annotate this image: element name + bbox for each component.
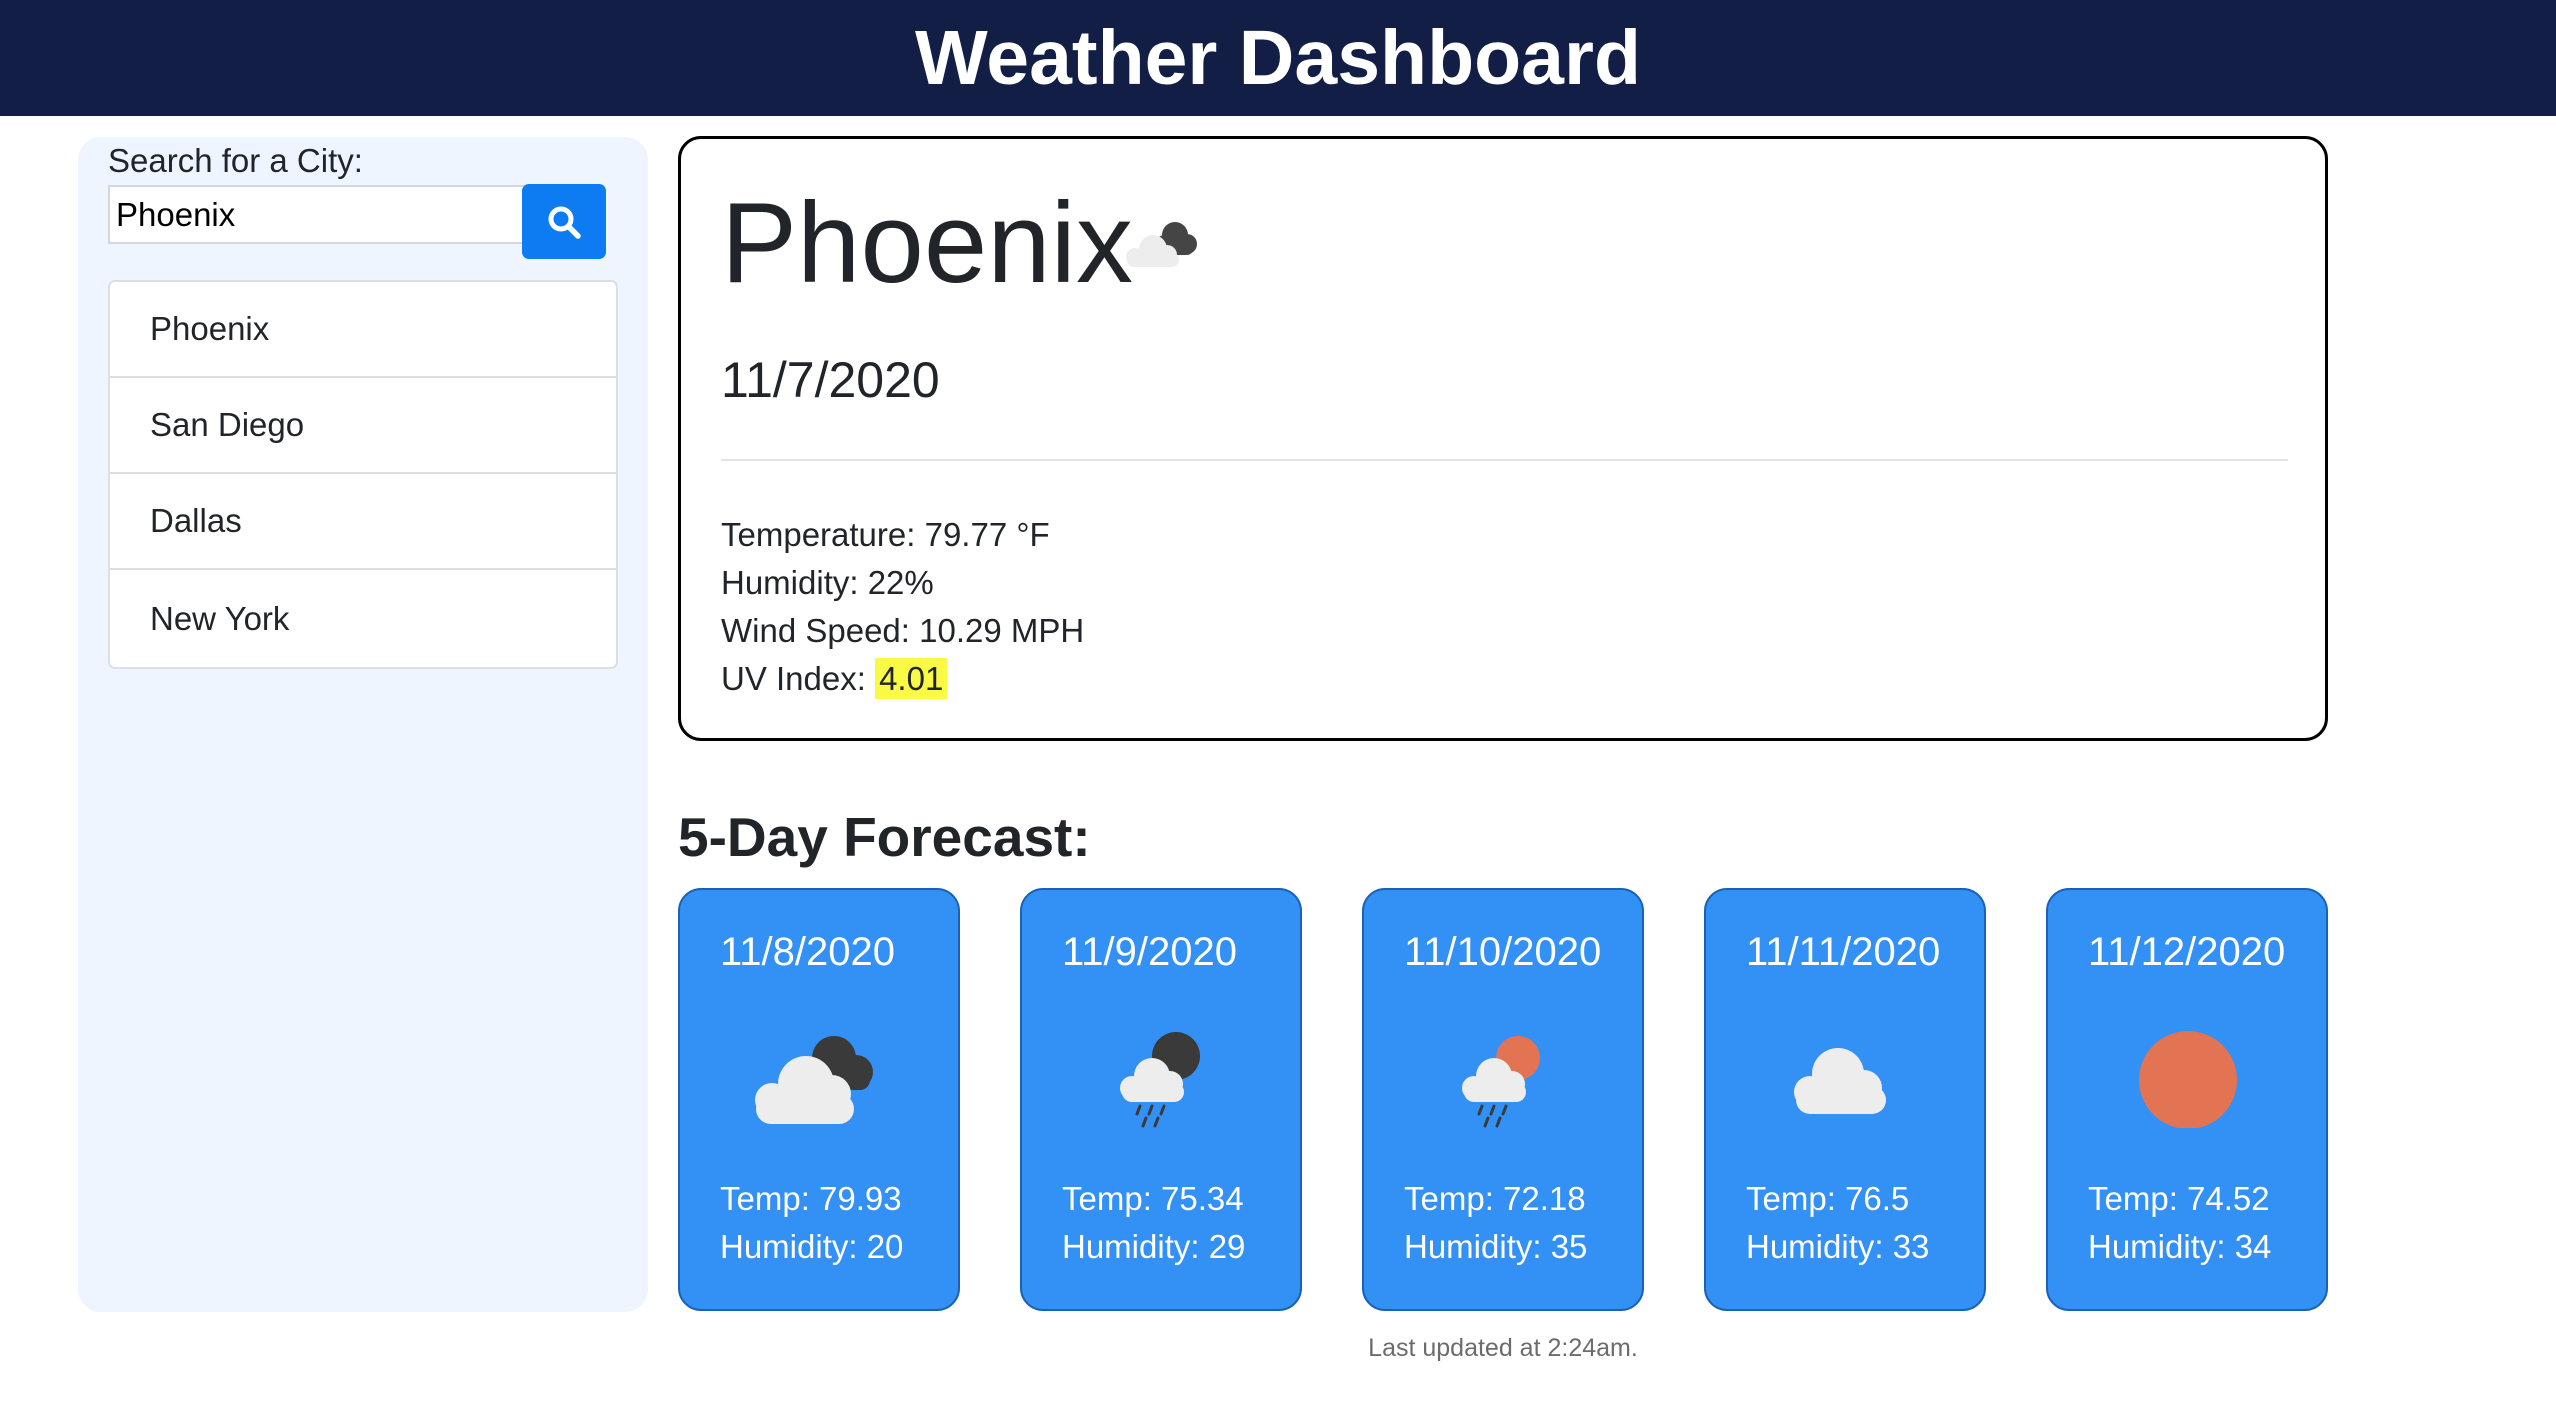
search-history-list: Phoenix San Diego Dallas New York [108, 280, 618, 669]
forecast-temp: Temp: 79.93 [720, 1180, 902, 1217]
forecast-temp: Temp: 72.18 [1404, 1180, 1586, 1217]
page-header: Weather Dashboard [0, 0, 2556, 116]
forecast-stats: Temp: 79.93 Humidity: 20 [720, 1175, 903, 1271]
city-history-item[interactable]: Phoenix [110, 282, 616, 378]
forecast-humidity: Humidity: 29 [1062, 1228, 1246, 1265]
page-title: Weather Dashboard [915, 14, 1641, 101]
current-stats: Temperature: 79.77 °F Humidity: 22% Wind… [721, 511, 1084, 703]
forecast-date: 11/10/2020 [1404, 930, 1602, 974]
forecast-temp: Temp: 75.34 [1062, 1180, 1244, 1217]
forecast-card: 11/12/2020 Temp: 74.52 Humidity: 34 [2046, 888, 2328, 1311]
city-history-item[interactable]: San Diego [110, 378, 616, 474]
forecast-humidity: Humidity: 34 [2088, 1228, 2272, 1265]
uv-index-label: UV Index: [721, 660, 876, 697]
divider [721, 459, 2288, 461]
cloudy-night-icon [755, 1036, 873, 1124]
current-uv-index: UV Index: 4.01 [721, 655, 1084, 703]
forecast-card: 11/11/2020 Temp: 76.5 Humidity: 33 [1704, 888, 1986, 1311]
forecast-stats: Temp: 72.18 Humidity: 35 [1404, 1175, 1587, 1271]
cloudy-night-icon [1126, 222, 1197, 267]
rain-night-icon [1120, 1032, 1200, 1128]
forecast-stats: Temp: 76.5 Humidity: 33 [1746, 1175, 1929, 1271]
search-icon [548, 206, 581, 239]
search-label: Search for a City: [108, 142, 363, 179]
forecast-stats: Temp: 74.52 Humidity: 34 [2088, 1175, 2271, 1271]
current-city-name: Phoenix [721, 180, 1133, 307]
forecast-humidity: Humidity: 33 [1746, 1228, 1930, 1265]
current-date: 11/7/2020 [721, 352, 940, 408]
search-input[interactable] [108, 185, 548, 244]
cloud-icon [1794, 1048, 1886, 1114]
forecast-stats: Temp: 75.34 Humidity: 29 [1062, 1175, 1245, 1271]
forecast-temp: Temp: 74.52 [2088, 1180, 2270, 1217]
last-updated-text: Last updated at 2:24am. [1368, 1334, 1638, 1362]
forecast-card: 11/10/2020 Temp: 72.18 Humidity: 35 [1362, 888, 1644, 1311]
city-history-item[interactable]: Dallas [110, 474, 616, 570]
forecast-date: 11/11/2020 [1746, 930, 1941, 974]
city-history-item[interactable]: New York [110, 570, 616, 667]
current-humidity: Humidity: 22% [721, 564, 934, 601]
forecast-date: 11/12/2020 [2088, 930, 2286, 974]
forecast-temp: Temp: 76.5 [1746, 1180, 1910, 1217]
sun-icon [2139, 1031, 2237, 1128]
forecast-title: 5-Day Forecast: [678, 806, 1091, 868]
current-weather-card: Phoenix 11/7/2020 Temperature: 79.77 °F … [678, 136, 2328, 741]
sidebar: Search for a City: Phoenix San Diego Dal… [78, 137, 648, 1312]
forecast-date: 11/9/2020 [1062, 930, 1237, 974]
uv-index-value: 4.01 [875, 658, 948, 699]
current-temperature: Temperature: 79.77 °F [721, 516, 1050, 553]
forecast-card: 11/9/2020 Temp: 75.34 Humidity: 29 [1020, 888, 1302, 1311]
forecast-date: 11/8/2020 [720, 930, 895, 974]
forecast-humidity: Humidity: 20 [720, 1228, 904, 1265]
current-wind-speed: Wind Speed: 10.29 MPH [721, 612, 1085, 649]
search-button[interactable] [522, 184, 606, 259]
forecast-humidity: Humidity: 35 [1404, 1228, 1588, 1265]
forecast-card: 11/8/2020 Temp: 79.93 Humidity: 20 [678, 888, 960, 1311]
rain-sun-icon [1462, 1036, 1540, 1128]
